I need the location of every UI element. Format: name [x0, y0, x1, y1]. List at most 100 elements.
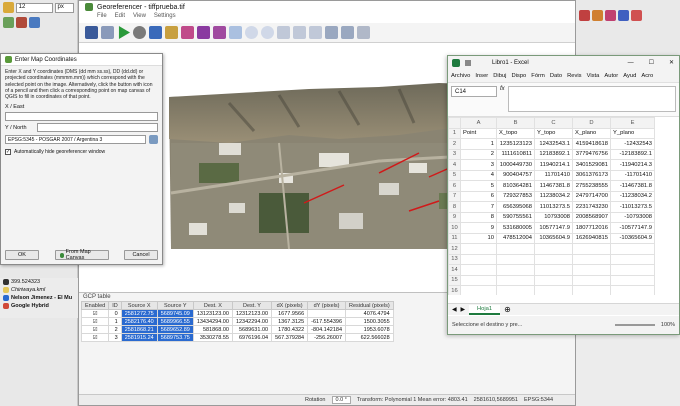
row-header[interactable]: 3 [448, 148, 461, 160]
cell[interactable]: 8 [460, 211, 497, 223]
cancel-button[interactable]: Cancel [124, 250, 158, 260]
column-header[interactable]: B [496, 117, 535, 129]
cell[interactable]: -11940214.3 [610, 159, 655, 171]
zoom-level[interactable]: 100% [661, 322, 675, 328]
cell[interactable] [572, 253, 611, 265]
name-box[interactable]: C14 [451, 86, 497, 97]
zoom-out-icon[interactable] [261, 26, 274, 39]
cell[interactable]: 900404757 [496, 169, 535, 181]
zoom-last-icon[interactable] [293, 26, 306, 39]
cell[interactable]: 3401529081 [572, 159, 611, 171]
open-raster-icon[interactable] [85, 26, 98, 39]
size-unit-select[interactable]: px [54, 2, 74, 13]
cell[interactable]: 2755238555 [572, 180, 611, 192]
gcp-header[interactable]: Enabled [80, 301, 110, 310]
ribbon-tab[interactable]: Ayud [623, 73, 636, 79]
cell[interactable] [496, 264, 535, 276]
cell[interactable]: Y_plano [610, 127, 655, 139]
table-row[interactable]: ☑ 2 2581868.21 5689652.89 581868.00 5689… [80, 325, 394, 334]
cell[interactable]: 11238034.2 [534, 190, 573, 202]
table-row[interactable]: 7 6 729327853 11238034.2 2479714700 -11238034… [448, 190, 655, 202]
cell[interactable]: -12183892.1 [610, 148, 655, 160]
ribbon-tab[interactable]: Dispo [511, 73, 526, 79]
enabled-checkbox[interactable]: ☑ [80, 325, 110, 334]
delete-point-icon[interactable] [197, 26, 210, 39]
cell[interactable]: -10793008 [610, 211, 655, 223]
play-icon[interactable] [118, 26, 130, 39]
size-spinbox[interactable]: 12 [15, 2, 53, 13]
cell[interactable] [496, 274, 535, 286]
tool-icon[interactable] [592, 10, 603, 21]
cell[interactable] [534, 285, 573, 295]
pan-icon[interactable] [229, 26, 242, 39]
gcp-header[interactable]: Residual (pixels) [345, 301, 394, 310]
row-header[interactable]: 16 [448, 285, 461, 295]
cell[interactable] [534, 274, 573, 286]
spreadsheet-grid[interactable]: A B C D E 1 Point X_topo Y_topo X_plano Y_pla… [448, 117, 679, 295]
table-row[interactable]: ☑ 0 2581272.75 5689745.09 13123123.00 12… [80, 309, 394, 318]
ok-button[interactable]: OK [5, 250, 39, 260]
ribbon-tab[interactable]: Acro [641, 73, 653, 79]
layer-item[interactable]: Chiriwaya.kml [0, 286, 78, 294]
cell[interactable]: 9 [460, 222, 497, 234]
link-qgis-icon[interactable] [341, 26, 354, 39]
row-header[interactable]: 6 [448, 180, 461, 192]
cell[interactable]: 11467381.8 [534, 180, 573, 192]
table-row[interactable]: 13 [448, 253, 655, 265]
minimize-icon[interactable]: — [623, 60, 639, 66]
sheet-body[interactable]: 1 Point X_topo Y_topo X_plano Y_plano 2 1 123512… [448, 127, 655, 295]
ribbon-tab[interactable]: Dato [550, 73, 562, 79]
gear-icon[interactable] [133, 26, 146, 39]
row-header[interactable]: 10 [448, 222, 461, 234]
column-header[interactable]: A [460, 117, 497, 129]
cell[interactable]: -10365604.9 [610, 232, 655, 244]
epsg-status[interactable]: EPSG:5344 [524, 397, 553, 403]
gcp-header[interactable]: dY (pixels) [307, 301, 347, 310]
table-row[interactable]: 1 Point X_topo Y_topo X_plano Y_plano [448, 127, 655, 139]
row-header[interactable]: 1 [448, 127, 461, 139]
table-row[interactable]: 15 [448, 274, 655, 286]
crs-picker-icon[interactable] [149, 135, 158, 145]
cell[interactable]: 4159418618 [572, 138, 611, 150]
table-row[interactable]: 9 8 590755561 10793008 2008568907 -10793008 [448, 211, 655, 223]
link-georef-icon[interactable] [325, 26, 338, 39]
add-sheet-icon[interactable]: ⊕ [504, 305, 511, 314]
tool-icon[interactable] [605, 10, 616, 21]
cell[interactable] [610, 274, 655, 286]
gcp-header[interactable]: Dest. Y [231, 301, 273, 310]
auto-hide-checkbox[interactable]: ✓ [5, 149, 11, 156]
cell[interactable]: 7 [460, 201, 497, 213]
cell[interactable]: 810364281 [496, 180, 535, 192]
cell[interactable] [572, 285, 611, 295]
cell[interactable] [572, 264, 611, 276]
settings-icon[interactable] [101, 26, 114, 39]
cell[interactable]: 12432543.1 [534, 138, 573, 150]
cell[interactable]: -11701410 [610, 169, 655, 181]
ribbon-tab[interactable]: Fórm [531, 73, 545, 79]
cell[interactable] [460, 243, 497, 255]
from-map-canvas-button[interactable]: From Map Canvas [54, 249, 109, 261]
cell[interactable]: 10365604.9 [534, 232, 573, 244]
fx-icon[interactable]: fx [500, 86, 505, 113]
prev-sheet-icon[interactable]: ◀ [452, 307, 456, 313]
table-row[interactable]: 6 5 810364281 11467381.8 2755238555 -11467381… [448, 180, 655, 192]
cell[interactable]: 531680005 [496, 222, 535, 234]
menu-settings[interactable]: Settings [154, 13, 176, 23]
cell[interactable]: 1 [460, 138, 497, 150]
table-row[interactable]: 5 4 900404757 11701410 3061376173 -11701410 [448, 169, 655, 181]
cell[interactable]: -12432543 [610, 138, 655, 150]
row-header[interactable]: 14 [448, 264, 461, 276]
add-point-icon[interactable] [181, 26, 194, 39]
cell[interactable]: 10577147.9 [534, 222, 573, 234]
gcp-header[interactable]: dX (pixels) [271, 301, 309, 310]
cell[interactable]: 1807712016 [572, 222, 611, 234]
cell[interactable] [572, 274, 611, 286]
gcp-header[interactable]: Dest. X [192, 301, 233, 310]
y-north-input[interactable] [37, 123, 158, 133]
menu-view[interactable]: View [133, 13, 146, 23]
enabled-checkbox[interactable]: ☑ [80, 317, 110, 326]
cell[interactable]: -11467381.8 [610, 180, 655, 192]
cell[interactable]: 3061376173 [572, 169, 611, 181]
save-icon[interactable] [465, 59, 471, 66]
maximize-icon[interactable]: ☐ [644, 59, 659, 66]
